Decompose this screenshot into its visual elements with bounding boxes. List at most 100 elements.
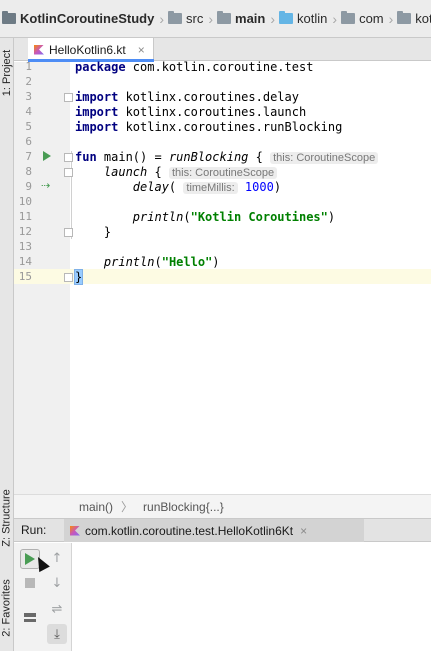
editor-tab-hellokotlin6[interactable]: HelloKotlin6.kt × [28, 38, 154, 62]
chevron-right-icon: › [270, 10, 276, 27]
fold-icon[interactable] [64, 168, 73, 177]
paren: ( [183, 210, 191, 224]
keyword: import [75, 90, 119, 104]
project-tool-button[interactable]: 1: Project [0, 40, 14, 106]
fold-icon[interactable] [64, 273, 73, 282]
nav-crumb-kotlin[interactable]: kotlin › [279, 0, 341, 37]
source-folder-icon [279, 11, 294, 24]
scroll-to-end-button[interactable]: ⤓ [47, 624, 67, 644]
arrow-up-icon: ↑ [51, 550, 63, 566]
string-literal: "Hello" [161, 255, 213, 269]
import-path: kotlinx.coroutines.launch [118, 105, 307, 119]
soft-wrap-button[interactable]: ⇌ [47, 599, 67, 619]
run-tab-label: com.kotlin.coroutine.test.HelloKotlin6Kt [85, 523, 294, 538]
stop-button[interactable] [20, 573, 40, 593]
number-literal: 1000 [244, 180, 274, 194]
package-name: com.kotlin.coroutine.test [125, 60, 314, 74]
restore-layout-button[interactable] [20, 607, 40, 627]
line-number: 3 [25, 90, 32, 103]
nav-crumb-kotlin-label: kotlin [297, 11, 328, 26]
line-number: 15 [18, 270, 32, 283]
nav-crumb-com[interactable]: com › [341, 0, 397, 37]
favorites-tool-button[interactable]: 2: Favorites [0, 568, 14, 648]
open-brace: { [248, 150, 263, 164]
arrow-down-icon: ↓ [51, 575, 63, 591]
project-folder-icon [2, 11, 16, 24]
fold-icon[interactable] [64, 93, 73, 102]
chevron-right-icon: › [332, 10, 338, 27]
suspend-call-icon: ⇢ [41, 179, 51, 192]
close-icon[interactable]: × [300, 524, 307, 538]
nav-crumb-kot-label: kot [415, 11, 431, 26]
code-line-3[interactable]: import kotlinx.coroutines.delay [75, 90, 299, 104]
nav-crumb-main[interactable]: main › [217, 0, 279, 37]
nav-crumb-project-label: KotlinCoroutineStudy [20, 11, 155, 26]
package-icon [397, 11, 412, 24]
nav-crumb-project[interactable]: KotlinCoroutineStudy › [2, 0, 168, 37]
keyword: import [75, 120, 119, 134]
editor-tab-label: HelloKotlin6.kt [49, 42, 126, 57]
fold-icon[interactable] [64, 153, 73, 162]
function-call: delay [132, 180, 169, 194]
import-path: kotlinx.coroutines.runBlocking [118, 120, 343, 134]
run-configuration-tab[interactable]: com.kotlin.coroutine.test.HelloKotlin6Kt… [64, 519, 364, 542]
run-gutter-icon[interactable] [43, 151, 51, 161]
chevron-right-icon: › [388, 10, 394, 27]
line-number: 13 [18, 240, 32, 253]
project-tool-label: 1: Project [1, 49, 13, 97]
navigation-bar: KotlinCoroutineStudy › src › main › kotl… [0, 0, 431, 38]
code-line-9[interactable]: delay( timeMillis: 1000) [75, 180, 281, 194]
line-number: 8 [25, 165, 32, 178]
chevron-right-icon: › [159, 10, 164, 27]
scroll-to-end-icon: ⤓ [54, 626, 60, 642]
code-line-8[interactable]: launch { this: CoroutineScope [75, 165, 278, 179]
nav-crumb-src[interactable]: src › [168, 0, 217, 37]
close-icon[interactable]: × [138, 43, 145, 57]
line-number: 4 [25, 105, 32, 118]
structure-tool-button[interactable]: Z: Structure [0, 478, 14, 558]
scroll-up-button[interactable]: ↑ [47, 548, 67, 568]
string-literal: "Kotlin Coroutines" [190, 210, 328, 224]
function-call: println [103, 255, 155, 269]
inlay-hint: this: CoroutineScope [168, 167, 278, 179]
open-brace: { [147, 165, 162, 179]
line-number: 11 [18, 210, 32, 223]
code-line-1[interactable]: package com.kotlin.coroutine.test [75, 60, 313, 74]
function-call: runBlocking [168, 150, 249, 164]
kotlin-file-icon [34, 44, 44, 55]
package-icon [341, 11, 356, 24]
line-number: 9 [25, 180, 32, 193]
code-line-11[interactable]: println("Kotlin Coroutines") [75, 210, 335, 224]
folder-icon [217, 11, 232, 24]
run-console-output[interactable] [72, 543, 431, 651]
breadcrumb-runblocking[interactable]: runBlocking{...} [143, 500, 224, 514]
scope-guide-line [71, 151, 72, 239]
editor-tab-bar: HelloKotlin6.kt × [14, 38, 431, 62]
line-number: 12 [18, 225, 32, 238]
code-line-7[interactable]: fun main() = runBlocking { this: Corouti… [75, 150, 379, 164]
code-line-12[interactable]: } [75, 225, 111, 239]
layout-icon [24, 612, 36, 622]
keyword: import [75, 105, 119, 119]
code-line-5[interactable]: import kotlinx.coroutines.runBlocking [75, 120, 342, 134]
run-tool-header: Run: com.kotlin.coroutine.test.HelloKotl… [14, 518, 431, 542]
keyword: fun [75, 150, 97, 164]
folder-icon [168, 11, 182, 24]
structure-tool-label: Z: Structure [1, 489, 13, 547]
code-line-15[interactable]: } [73, 269, 84, 285]
code-line-4[interactable]: import kotlinx.coroutines.launch [75, 105, 306, 119]
line-number: 14 [18, 255, 32, 268]
nav-crumb-kot[interactable]: kot [397, 0, 431, 37]
favorites-tool-label: 2: Favorites [1, 579, 13, 637]
scroll-down-button[interactable]: ↓ [47, 573, 67, 593]
matched-close-brace: } [73, 269, 84, 285]
nav-crumb-src-label: src [186, 11, 204, 26]
run-panel-title: Run: [21, 523, 47, 537]
editor-breadcrumbs: main() 〉 runBlocking{...} [14, 494, 431, 518]
fold-icon[interactable] [64, 228, 73, 237]
keyword: package [75, 60, 126, 74]
breadcrumb-main[interactable]: main() [79, 500, 113, 514]
parameter-hint: timeMillis: [183, 182, 238, 194]
code-line-14[interactable]: println("Hello") [75, 255, 220, 269]
line-number: 5 [25, 120, 32, 133]
